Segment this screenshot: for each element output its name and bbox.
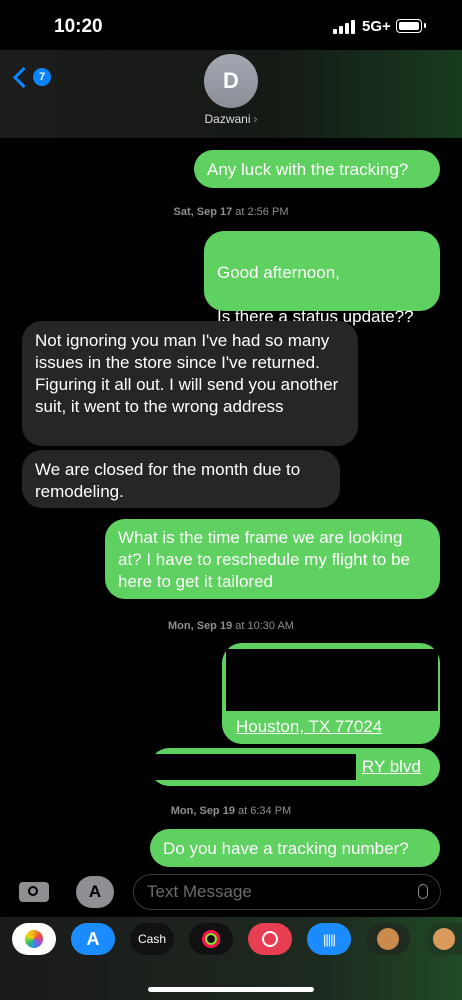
app-store-icon: A (88, 882, 102, 901)
memoji-app-icon[interactable] (366, 923, 410, 955)
contact-name-label: Dazwani (204, 112, 251, 126)
message-sent[interactable]: RY blvd (150, 748, 440, 786)
message-text: What is the time frame we are looking at… (118, 528, 411, 591)
unread-badge: 7 (33, 68, 51, 86)
chevron-left-icon (12, 66, 35, 88)
app-store-app-icon[interactable]: A (71, 923, 115, 955)
message-text: Not ignoring you man I've had so many is… (35, 331, 339, 416)
timestamp-day: Mon, Sep 19 (170, 805, 235, 817)
conversation-header: 7 D Dazwani › (0, 50, 462, 138)
message-text: We are closed for the month due to remod… (35, 460, 301, 501)
message-received[interactable]: Not ignoring you man I've had so many is… (22, 321, 358, 446)
timestamp: Mon, Sep 19 at 6:34 PM (0, 805, 462, 817)
timestamp-day: Mon, Sep 19 (168, 620, 233, 632)
app-label: A (86, 928, 100, 949)
timestamp: Mon, Sep 19 at 10:30 AM (0, 620, 462, 632)
message-input[interactable] (134, 875, 387, 909)
redaction (226, 649, 438, 711)
camera-icon[interactable] (19, 882, 49, 902)
contact-name[interactable]: Dazwani › (0, 112, 462, 126)
chevron-right-icon: › (253, 112, 258, 126)
message-sent[interactable]: Houston, TX 77024 (222, 643, 440, 744)
photos-app-icon[interactable] (12, 923, 56, 955)
audio-message-app-icon[interactable]: ||||| (307, 923, 351, 955)
apple-cash-app-icon[interactable]: Cash (130, 923, 174, 955)
back-button[interactable]: 7 (12, 66, 51, 88)
address-link[interactable]: Houston, TX 77024 (236, 716, 382, 738)
message-sent[interactable]: Good afternoon, Is there a status update… (204, 231, 440, 326)
app-drawer: A Cash ||||| (0, 917, 462, 1000)
memoji-stickers-app-icon[interactable] (425, 923, 462, 955)
status-time: 10:20 (54, 16, 103, 37)
redaction (150, 754, 356, 780)
timestamp-day: Sat, Sep 17 (173, 206, 233, 218)
app-store-button[interactable]: A (76, 876, 114, 908)
timestamp-time: at 10:30 AM (235, 620, 294, 632)
message-text: Do you have a tracking number? (163, 839, 409, 858)
timestamp-time: at 6:34 PM (238, 805, 292, 817)
home-indicator[interactable] (148, 987, 314, 992)
status-bar: 10:20 5G+ (0, 0, 462, 50)
timestamp-time: at 2:56 PM (235, 206, 289, 218)
timestamp: Sat, Sep 17 at 2:56 PM (0, 206, 462, 218)
message-received[interactable]: We are closed for the month due to remod… (22, 450, 340, 508)
message-text: Good afternoon, Is there a status update… (217, 263, 414, 326)
message-text: Any luck with the tracking? (207, 160, 409, 179)
network-label: 5G+ (362, 18, 391, 35)
message-sent[interactable]: What is the time frame we are looking at… (105, 519, 440, 599)
battery-icon (396, 19, 426, 33)
signal-icon (333, 20, 355, 34)
address-link[interactable]: RY blvd (362, 756, 421, 778)
app-label: Cash (137, 932, 166, 946)
microphone-icon[interactable] (418, 884, 428, 899)
message-sent[interactable]: Do you have a tracking number? (150, 829, 440, 867)
message-sent[interactable]: Any luck with the tracking? (194, 150, 440, 188)
avatar[interactable]: D (204, 54, 258, 108)
message-field[interactable] (133, 874, 441, 910)
search-web-app-icon[interactable] (248, 923, 292, 955)
fitness-app-icon[interactable] (189, 923, 233, 955)
compose-bar: A (0, 872, 462, 912)
